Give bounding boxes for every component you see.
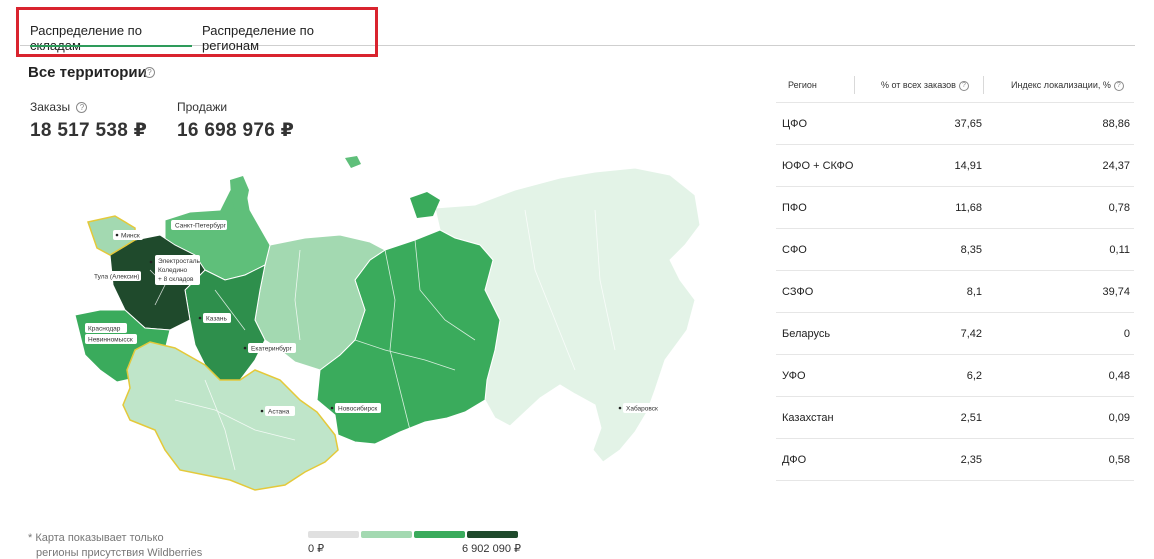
cell-region: ЦФО [782,118,808,130]
svg-text:Екатеринбург: Екатеринбург [251,345,293,353]
scale-step-4 [467,531,518,538]
cell-region: ПФО [782,202,807,214]
table-row[interactable]: СЗФО 8,1 39,74 [776,271,1134,313]
color-scale-bar [308,531,518,538]
territory-map: Минск Санкт-Петербург Электросталь Коледи… [74,156,701,491]
column-divider [983,76,984,94]
city-warehouses-moscow[interactable]: Электросталь Коледино + 8 складов [149,255,201,285]
cell-share: 2,51 [960,412,982,424]
section-title: Все территории ? [28,64,155,81]
map-footnote-line1: * Карта показывает только [28,532,164,544]
sales-value: 16 698 976 ₽ [177,120,295,141]
cell-region: Беларусь [782,328,831,340]
svg-text:Минск: Минск [121,233,140,240]
cell-share: 14,91 [954,160,982,172]
svg-text:Астана: Астана [268,409,290,416]
city-krasnodar[interactable]: Краснодар [85,323,127,333]
tab-regions[interactable]: Распределение по регионам [202,10,372,53]
svg-text:Краснодар: Краснодар [88,326,121,333]
cell-share: 6,2 [966,370,982,382]
svg-text:Коледино: Коледино [158,267,188,274]
cell-region: ЮФО + СКФО [782,160,854,172]
cell-share: 7,42 [960,328,982,340]
svg-text:Санкт-Петербург: Санкт-Петербург [175,222,227,230]
orders-label-text: Заказы [30,100,71,114]
scale-step-2 [361,531,412,538]
city-nevinnomyssk[interactable]: Невинномысск [85,334,137,344]
cell-region: СФО [782,244,807,256]
cell-index: 24,37 [1102,160,1130,172]
city-kazan[interactable]: Казань [198,313,231,323]
table-row[interactable]: СФО 8,35 0,11 [776,229,1134,271]
city-minsk[interactable]: Минск [113,230,143,240]
column-divider [854,76,855,94]
cell-index: 0,78 [1108,202,1130,214]
column-header-share[interactable]: % от всех заказов? [881,80,969,91]
map-island-taimyr [345,156,361,168]
map-island-severnaya [410,192,440,218]
city-novosibirsk[interactable]: Новосибирск [330,403,381,413]
table-row[interactable]: УФО 6,2 0,48 [776,355,1134,397]
cell-index: 0,11 [1109,244,1130,256]
cell-region: Казахстан [782,412,834,424]
table-row[interactable]: ДФО 2,35 0,58 [776,439,1134,481]
cell-index: 0,58 [1108,454,1130,466]
column-header-region[interactable]: Регион [788,80,817,90]
table-header: Регион % от всех заказов? Индекс локализ… [776,70,1134,103]
cell-index: 88,86 [1102,118,1130,130]
cell-region: ДФО [782,454,807,466]
map-footnote-line2: регионы присутствия Wildberries [36,547,203,559]
svg-text:Невинномысск: Невинномысск [88,337,133,344]
svg-text:Новосибирск: Новосибирск [338,405,377,413]
table-row[interactable]: Казахстан 2,51 0,09 [776,397,1134,439]
table-row[interactable]: ПФО 11,68 0,78 [776,187,1134,229]
cell-share: 37,65 [954,118,982,130]
scale-min-label: 0 ₽ [308,543,325,555]
svg-text:Электросталь: Электросталь [158,258,201,265]
cell-share: 11,68 [955,202,982,214]
cell-share: 8,1 [966,286,982,298]
cell-region: УФО [782,370,806,382]
orders-value: 18 517 538 ₽ [30,120,148,141]
city-astana[interactable]: Астана [260,406,295,416]
tab-bar: Распределение по складам Распределение п… [20,10,1135,53]
cell-share: 8,35 [960,244,982,256]
city-tula[interactable]: Тула (Алексин) [91,271,141,281]
city-khabarovsk[interactable]: Хабаровск [618,403,663,413]
sales-label: Продажи [177,100,228,114]
column-header-share-text: % от всех заказов [881,80,956,90]
column-header-index-text: Индекс локализации, % [1011,80,1111,90]
table-row[interactable]: Беларусь 7,42 0 [776,313,1134,355]
orders-label: Заказы ? [30,100,88,114]
city-spb[interactable]: Санкт-Петербург [171,220,227,230]
scale-step-3 [414,531,465,538]
city-ekaterinburg[interactable]: Екатеринбург [243,343,296,353]
tab-warehouses[interactable]: Распределение по складам [30,10,192,53]
svg-text:Казань: Казань [206,316,228,323]
section-title-text: Все территории [28,64,147,81]
column-header-index[interactable]: Индекс локализации, %? [1011,80,1124,91]
svg-text:Тула (Алексин): Тула (Алексин) [94,274,139,281]
index-help-icon[interactable]: ? [1113,80,1124,91]
scale-step-1 [308,531,359,538]
help-icon[interactable]: ? [144,67,155,78]
cell-index: 39,74 [1102,286,1130,298]
cell-index: 0 [1123,328,1130,340]
map-footnote: * Карта показывает только регионы присут… [28,531,202,559]
regions-table: Регион % от всех заказов? Индекс локализ… [776,70,1134,481]
table-row[interactable]: ЮФО + СКФО 14,91 24,37 [776,145,1134,187]
cell-region: СЗФО [782,286,814,298]
svg-text:+ 8 складов: + 8 складов [158,276,194,283]
svg-text:Хабаровск: Хабаровск [626,405,658,413]
orders-help-icon[interactable]: ? [76,102,88,114]
scale-max-label: 6 902 090 ₽ [462,543,521,555]
cell-index: 0,48 [1108,370,1130,382]
cell-share: 2,35 [960,454,982,466]
share-help-icon[interactable]: ? [958,80,969,91]
table-row[interactable]: ЦФО 37,65 88,86 [776,103,1134,145]
cell-index: 0,09 [1108,412,1130,424]
